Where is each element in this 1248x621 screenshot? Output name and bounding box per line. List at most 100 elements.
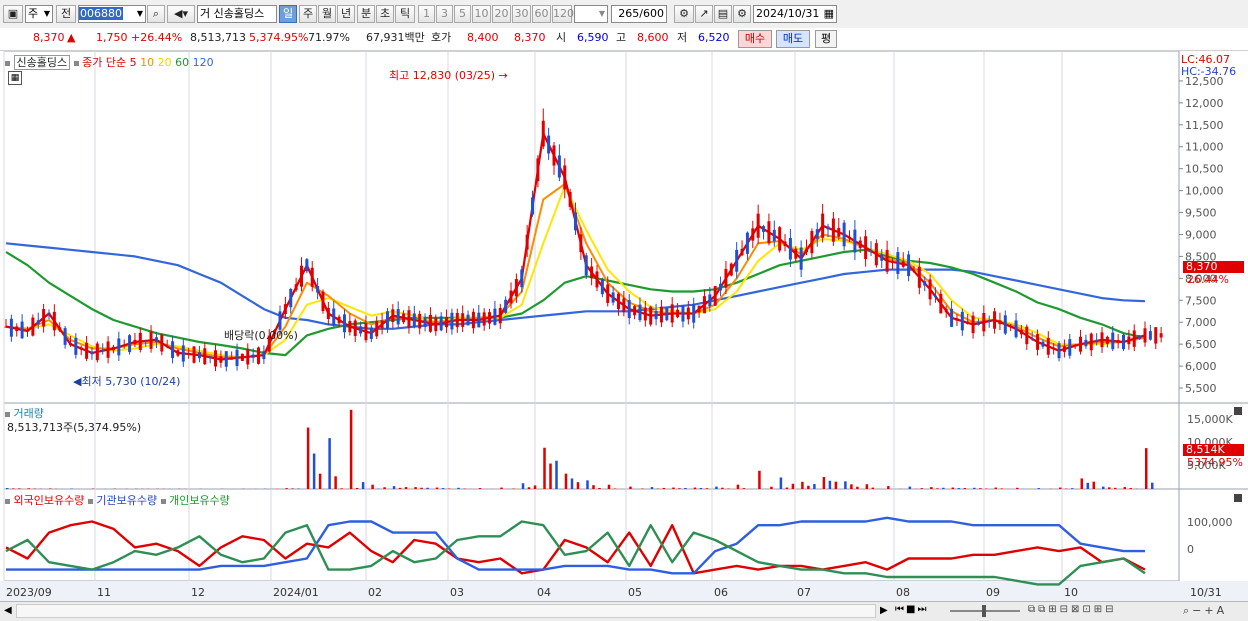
candle-body xyxy=(762,226,766,232)
prev-button[interactable]: 전 xyxy=(56,5,76,23)
candle-body xyxy=(455,312,459,328)
indicator-icon[interactable]: ⚙ xyxy=(674,5,694,23)
legend-ma-title[interactable]: 종가 단순 xyxy=(82,56,126,69)
candle-body xyxy=(971,315,975,334)
x-tick-label: 03 xyxy=(450,586,464,599)
legend-stock-name[interactable]: 신송홀딩스 xyxy=(13,55,71,70)
draw-tool-icon[interactable]: ↗ xyxy=(695,5,713,23)
volume-bar xyxy=(527,487,531,489)
candle-body xyxy=(933,295,937,298)
buy-button[interactable]: 매수 xyxy=(738,30,772,48)
search-icon[interactable]: ⌕ xyxy=(147,5,165,23)
eval-button[interactable]: 평 xyxy=(815,30,837,48)
y-tick-label: 6,500 xyxy=(1185,338,1217,351)
volume-bar xyxy=(1037,488,1041,489)
volume-bar xyxy=(349,409,353,489)
candle-body xyxy=(772,229,776,242)
interval-60-button[interactable]: 60 xyxy=(532,5,551,23)
candle-body xyxy=(1084,339,1088,347)
legend-individual[interactable]: 개인보유수량 xyxy=(169,494,230,507)
settings-icon[interactable]: ⚙ xyxy=(733,5,751,23)
tab-year[interactable]: 년 xyxy=(337,5,355,23)
x-tick-label: 07 xyxy=(797,586,811,599)
candle-body xyxy=(466,314,470,326)
candle-body xyxy=(1089,333,1093,351)
candle-body xyxy=(321,291,325,312)
candle-body xyxy=(713,286,717,306)
candle-body xyxy=(907,254,911,276)
horizontal-scrollbar[interactable] xyxy=(16,604,876,618)
volume-bar xyxy=(1123,487,1127,489)
count-field[interactable]: 265/600 xyxy=(611,5,667,23)
candle-body xyxy=(407,310,411,328)
volume-bar xyxy=(334,476,337,489)
table-view-icon[interactable]: ▦ xyxy=(8,71,22,85)
zoom-controls[interactable]: ⌕−+A xyxy=(1183,604,1227,618)
high-annotation: 최고 12,830 (03/25) → xyxy=(389,69,508,82)
sell-button[interactable]: 매도 xyxy=(776,30,810,48)
stock-name-field[interactable]: 거 신송홀딩스 xyxy=(197,5,277,23)
interval-120-button[interactable]: 120 xyxy=(552,5,574,23)
volume-bar xyxy=(629,486,632,489)
legend-square-icon xyxy=(5,498,10,504)
interval-20-button[interactable]: 20 xyxy=(492,5,511,23)
x-tick-label: 02 xyxy=(368,586,382,599)
panel-close-icon[interactable] xyxy=(1234,407,1242,415)
candle-body xyxy=(1100,332,1104,348)
interval-custom-select[interactable]: ▼ xyxy=(574,5,608,23)
interval-10-button[interactable]: 10 xyxy=(472,5,491,23)
candle-body xyxy=(885,249,889,272)
save-icon[interactable]: ▤ xyxy=(714,5,732,23)
candle-body xyxy=(874,243,878,266)
tab-month[interactable]: 월 xyxy=(318,5,336,23)
volume-bar xyxy=(936,488,939,489)
legend-foreign[interactable]: 외국인보유수량 xyxy=(14,494,85,507)
interval-5-button[interactable]: 5 xyxy=(454,5,471,23)
candle-body xyxy=(557,155,561,178)
candle-body xyxy=(1009,326,1013,328)
bid-label: 호가 xyxy=(431,31,452,44)
chart-area[interactable]: 5,500 6,000 6,500 7,000 7,500 8,000 8,500 9,000… xyxy=(0,51,1248,601)
holding-axis-100000: 100,000 xyxy=(1187,516,1233,529)
volume-bar xyxy=(856,486,859,489)
candle-body xyxy=(117,338,121,356)
tab-week[interactable]: 주 xyxy=(299,5,317,23)
interval-1-button[interactable]: 1 xyxy=(418,5,435,23)
tab-tick[interactable]: 틱 xyxy=(395,5,415,23)
volume-bar xyxy=(392,486,396,489)
interval-3-button[interactable]: 3 xyxy=(436,5,453,23)
candle-body xyxy=(85,342,89,359)
volume-bar xyxy=(920,488,924,489)
zoom-slider-handle[interactable] xyxy=(982,605,986,617)
market-type-select[interactable]: 주 ▼ xyxy=(25,5,53,23)
tab-second[interactable]: 초 xyxy=(376,5,394,23)
date-field[interactable]: 2024/10/31 ▦ xyxy=(753,5,837,23)
candle-body xyxy=(375,321,379,337)
volume-bar xyxy=(441,488,445,489)
legend-institution[interactable]: 기관보유수량 xyxy=(96,494,157,507)
candle-body xyxy=(751,228,755,241)
scroll-right-icon[interactable]: ▶ xyxy=(880,605,888,616)
window-menu-icon[interactable]: ▣ xyxy=(3,5,23,23)
y-tick-label: 11,500 xyxy=(1185,119,1224,132)
interval-30-button[interactable]: 30 xyxy=(512,5,531,23)
candle-body xyxy=(686,307,690,320)
speaker-icon[interactable]: ◀▾ xyxy=(167,5,195,23)
candle-body xyxy=(359,326,363,334)
volume-bar xyxy=(1080,478,1084,489)
candle-body xyxy=(445,317,449,328)
tab-minute[interactable]: 분 xyxy=(357,5,375,23)
stock-code-input[interactable]: 006880 ▼ xyxy=(78,5,146,23)
view-tools-icon[interactable]: ⧉⧉⊞⊟⊠⊡⊞⊟ xyxy=(1028,604,1117,615)
playback-controls[interactable]: ⏮■⏭ xyxy=(895,604,928,615)
candle-body xyxy=(756,213,760,238)
candle-body xyxy=(246,349,250,365)
tab-day[interactable]: 일 xyxy=(279,5,297,23)
calendar-icon[interactable]: ▦ xyxy=(824,6,834,22)
volume-bar xyxy=(340,488,343,489)
scroll-left-icon[interactable]: ◀ xyxy=(4,605,12,616)
candle-body xyxy=(1046,337,1050,355)
y-tick-label: 12,000 xyxy=(1185,97,1224,110)
panel-close-icon[interactable] xyxy=(1234,494,1242,502)
volume-bar xyxy=(318,473,322,489)
